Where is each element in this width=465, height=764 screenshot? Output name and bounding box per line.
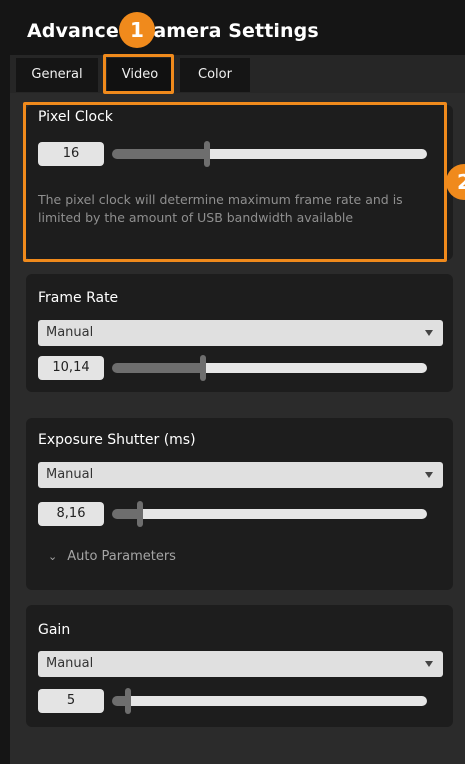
frame-rate-slider-fill — [112, 363, 203, 373]
exposure-mode-select[interactable]: Manual — [38, 462, 443, 488]
pixel-clock-slider[interactable] — [112, 141, 427, 167]
gain-slider[interactable] — [112, 688, 427, 714]
pixel-clock-slider-fill — [112, 149, 207, 159]
settings-content: Pixel Clock 16 The pixel clock will dete… — [10, 93, 465, 764]
exposure-slider-track — [140, 509, 427, 519]
pixel-clock-title: Pixel Clock — [38, 109, 113, 125]
exposure-slider[interactable] — [112, 501, 427, 527]
chevron-down-icon — [425, 472, 433, 478]
gain-slider-thumb[interactable] — [125, 688, 131, 714]
tab-color[interactable]: Color — [180, 58, 250, 92]
frame-rate-title: Frame Rate — [38, 290, 119, 306]
tab-strip: General Video Color — [10, 55, 465, 93]
pixel-clock-panel: Pixel Clock 16 The pixel clock will dete… — [26, 105, 453, 260]
auto-parameters-label: Auto Parameters — [67, 549, 176, 564]
frame-rate-panel: Frame Rate Manual 10,14 — [26, 274, 453, 392]
gain-panel: Gain Manual 5 — [26, 605, 453, 727]
chevron-down-icon: ⌄ — [48, 550, 58, 563]
frame-rate-slider-thumb[interactable] — [200, 355, 206, 381]
pixel-clock-value[interactable]: 16 — [38, 142, 104, 166]
auto-parameters-toggle[interactable]: ⌄ Auto Parameters — [48, 549, 176, 564]
gain-mode-value: Manual — [46, 656, 94, 671]
gain-mode-select[interactable]: Manual — [38, 651, 443, 677]
exposure-value[interactable]: 8,16 — [38, 502, 104, 526]
frame-rate-slider-track — [203, 363, 427, 373]
pixel-clock-description: The pixel clock will determine maximum f… — [38, 192, 403, 225]
chevron-down-icon — [425, 661, 433, 667]
exposure-title: Exposure Shutter (ms) — [38, 432, 196, 448]
frame-rate-slider[interactable] — [112, 355, 427, 381]
gain-slider-track — [128, 696, 427, 706]
title-bar: Advanced Camera Settings — [0, 0, 465, 50]
pixel-clock-slider-track — [207, 149, 427, 159]
window-title: Advanced Camera Settings — [27, 20, 319, 42]
pixel-clock-slider-thumb[interactable] — [204, 141, 210, 167]
frame-rate-value[interactable]: 10,14 — [38, 356, 104, 380]
exposure-slider-thumb[interactable] — [137, 501, 143, 527]
tab-general[interactable]: General — [16, 58, 98, 92]
frame-rate-mode-select[interactable]: Manual — [38, 320, 443, 346]
callout-badge-1: 1 — [119, 12, 155, 48]
tab-video[interactable]: Video — [107, 58, 173, 92]
gain-value[interactable]: 5 — [38, 689, 104, 713]
chevron-down-icon — [425, 330, 433, 336]
exposure-panel: Exposure Shutter (ms) Manual 8,16 ⌄ Auto … — [26, 418, 453, 590]
gain-title: Gain — [38, 622, 71, 638]
exposure-slider-fill — [112, 509, 140, 519]
exposure-mode-value: Manual — [46, 467, 94, 482]
frame-rate-mode-value: Manual — [46, 325, 94, 340]
